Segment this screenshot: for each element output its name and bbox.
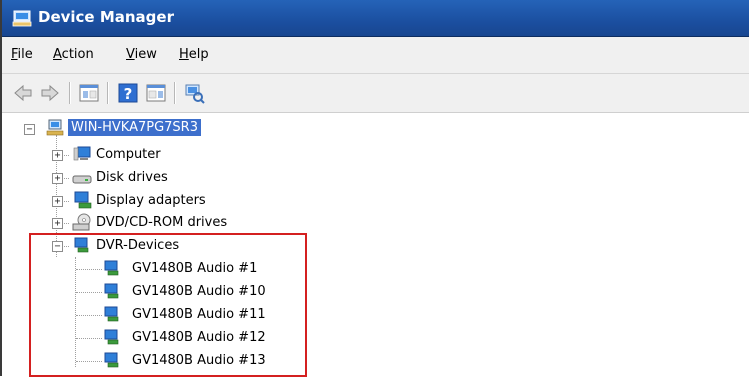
tree-node-dvd-cdrom-drives[interactable]: + DVD/CD-ROM drives <box>2 212 402 234</box>
collapse-icon[interactable]: − <box>24 124 35 135</box>
back-icon[interactable] <box>12 82 34 104</box>
window-title: Device Manager <box>38 8 174 26</box>
computer-network-icon <box>46 119 64 136</box>
toolbar-separator <box>174 82 176 104</box>
tree-node-label: DVD/CD-ROM drives <box>96 215 228 230</box>
dvd-drive-icon <box>72 213 91 231</box>
device-manager-icon <box>12 10 32 27</box>
expand-icon[interactable]: + <box>52 196 63 207</box>
highlight-annotation-box <box>29 233 307 377</box>
menu-view-label: iew <box>134 47 157 62</box>
menu-view-mnemonic: V <box>126 47 135 62</box>
menu-help-label: elp <box>188 47 209 62</box>
toolbar-separator <box>69 82 71 104</box>
show-hide-action-pane-icon[interactable] <box>145 82 167 104</box>
title-bar[interactable]: Device Manager <box>2 0 749 37</box>
computer-icon <box>73 146 91 161</box>
menu-help[interactable]: Help <box>179 47 209 62</box>
tree-node-label: Display adapters <box>96 193 206 208</box>
help-icon[interactable]: ? <box>117 82 139 104</box>
menu-file[interactable]: File <box>11 47 33 62</box>
tree-node-computer[interactable]: + Computer <box>2 144 402 166</box>
toolbar-separator <box>107 82 109 104</box>
show-hide-console-tree-icon[interactable] <box>78 82 100 104</box>
menu-action[interactable]: Action <box>53 47 94 62</box>
scan-hardware-icon[interactable] <box>183 82 205 104</box>
disk-drive-icon <box>72 175 92 184</box>
svg-text:?: ? <box>124 85 133 103</box>
menu-view[interactable]: View <box>126 47 157 62</box>
menu-action-label: ction <box>61 47 94 62</box>
expand-icon[interactable]: + <box>52 173 63 184</box>
menu-help-mnemonic: H <box>179 47 189 62</box>
expand-icon[interactable]: + <box>52 218 63 229</box>
device-manager-window: Device Manager File Action View Help ? −… <box>0 0 749 377</box>
display-adapter-icon <box>74 191 92 209</box>
tree-node-display-adapters[interactable]: + Display adapters <box>2 190 402 212</box>
tree-root-node[interactable]: − WIN-HVKA7PG7SR3 <box>2 118 402 140</box>
tree-node-label: Disk drives <box>96 170 168 185</box>
menu-bar: File Action View Help <box>2 37 749 74</box>
menu-file-label: ile <box>17 47 33 62</box>
tree-node-label: Computer <box>96 147 161 162</box>
menu-action-mnemonic: A <box>53 47 62 62</box>
tree-node-disk-drives[interactable]: + Disk drives <box>2 167 402 189</box>
tree-root-label: WIN-HVKA7PG7SR3 <box>68 119 201 136</box>
expand-icon[interactable]: + <box>52 150 63 161</box>
forward-icon[interactable] <box>39 82 61 104</box>
toolbar: ? <box>2 74 749 113</box>
